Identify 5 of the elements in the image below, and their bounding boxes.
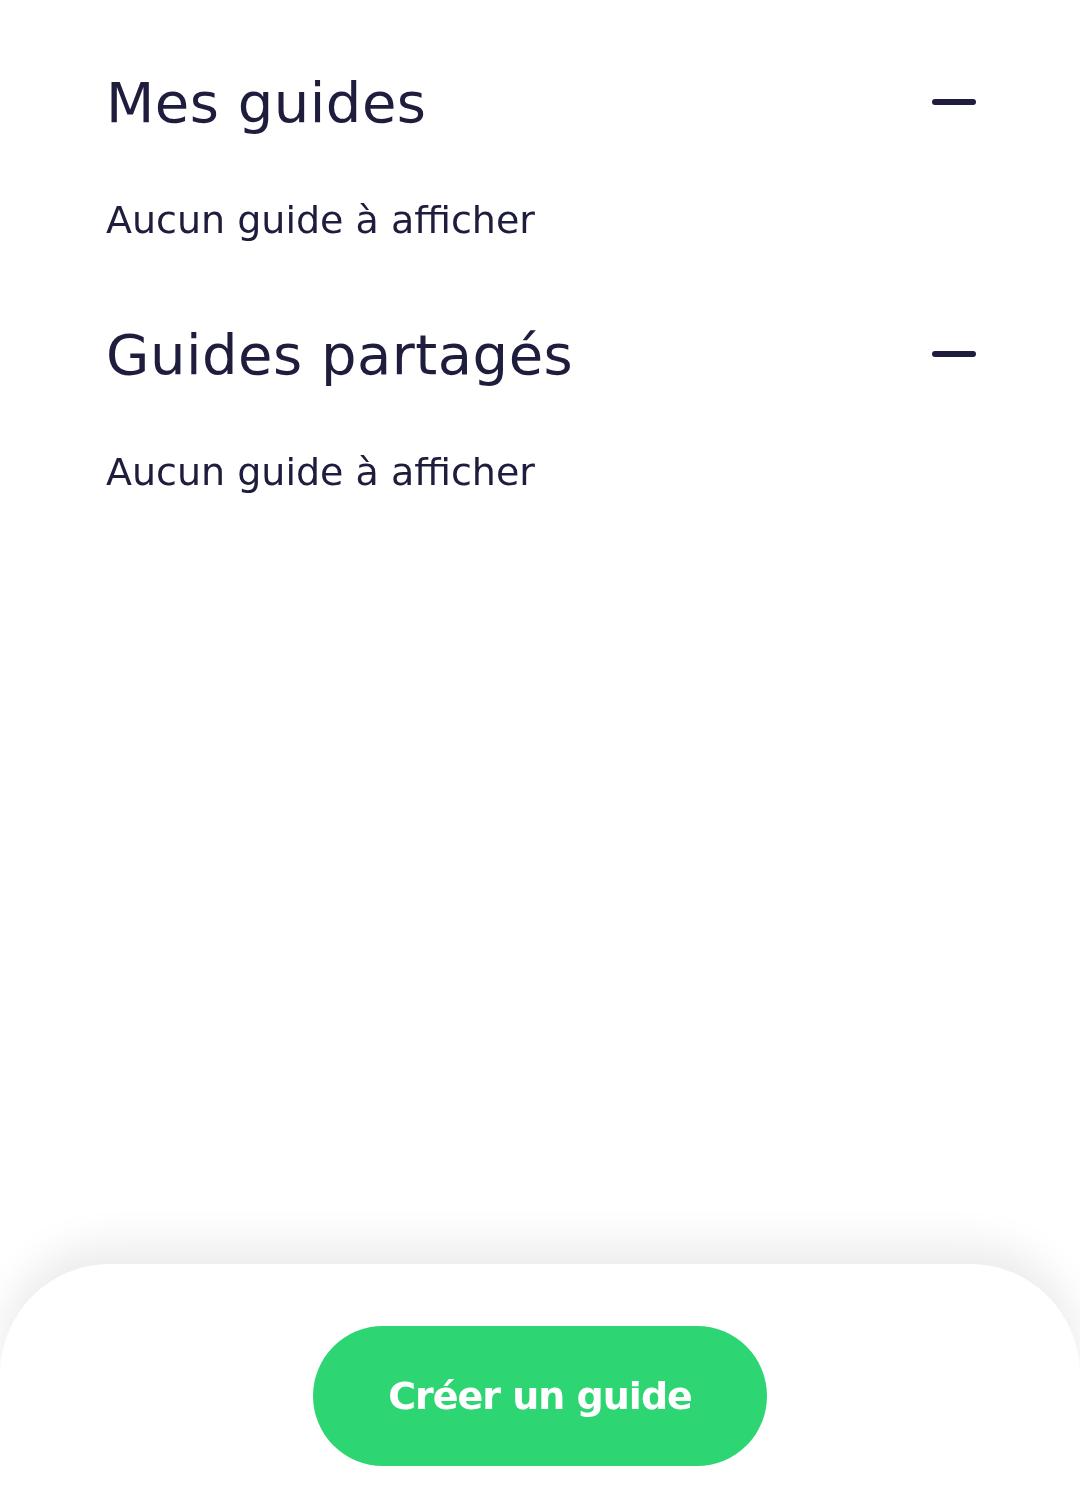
empty-message: Aucun guide à afficher: [106, 449, 536, 496]
section-title: Mes guides: [106, 69, 427, 135]
empty-message: Aucun guide à afficher: [106, 197, 536, 244]
create-guide-button[interactable]: Créer un guide: [313, 1326, 767, 1466]
section-title: Guides partagés: [106, 321, 574, 387]
